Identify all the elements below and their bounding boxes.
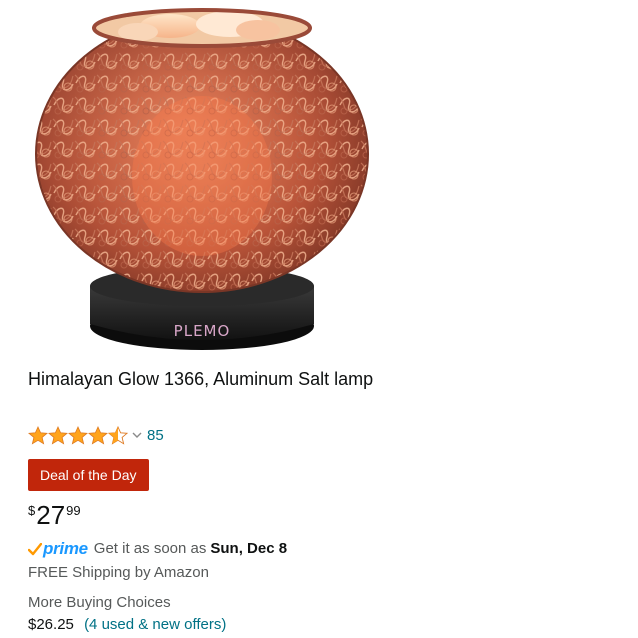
prime-logo: prime — [28, 539, 88, 559]
price: $ 27 99 — [28, 500, 81, 530]
star-icon — [48, 425, 68, 445]
svg-text:PLEMO: PLEMO — [174, 322, 231, 340]
star-icon — [88, 425, 108, 445]
prime-label: prime — [43, 539, 88, 558]
chevron-down-icon[interactable] — [132, 431, 142, 439]
price-whole: 27 — [36, 500, 66, 530]
more-buying-choices-label: More Buying Choices — [28, 594, 171, 611]
star-rating[interactable] — [28, 425, 142, 445]
deal-badge: Deal of the Day — [28, 459, 149, 491]
rating-row: 85 — [28, 424, 164, 446]
offer-price: $26.25 — [28, 616, 74, 633]
prime-check-icon — [28, 542, 42, 555]
price-symbol: $ — [28, 503, 36, 518]
delivery-info: prime Get it as soon as Sun, Dec 8 — [28, 539, 287, 559]
delivery-date: Sun, Dec 8 — [210, 540, 288, 557]
delivery-text: Get it as soon as — [93, 540, 207, 557]
product-card: PLEMO Himalayan Glow 1366, Aluminum Salt… — [0, 0, 638, 638]
star-icon — [28, 425, 48, 445]
product-image[interactable]: PLEMO — [30, 6, 375, 356]
product-title[interactable]: Himalayan Glow 1366, Aluminum Salt lamp — [28, 366, 378, 392]
star-icon — [68, 425, 88, 445]
more-buying-choices: $26.25 (4 used & new offers) — [28, 615, 226, 635]
shipping-info: FREE Shipping by Amazon — [28, 564, 209, 581]
star-half-icon — [108, 425, 128, 445]
rating-count-link[interactable]: 85 — [147, 427, 164, 444]
offers-link[interactable]: (4 used & new offers) — [84, 616, 226, 633]
price-fraction: 99 — [66, 503, 81, 518]
